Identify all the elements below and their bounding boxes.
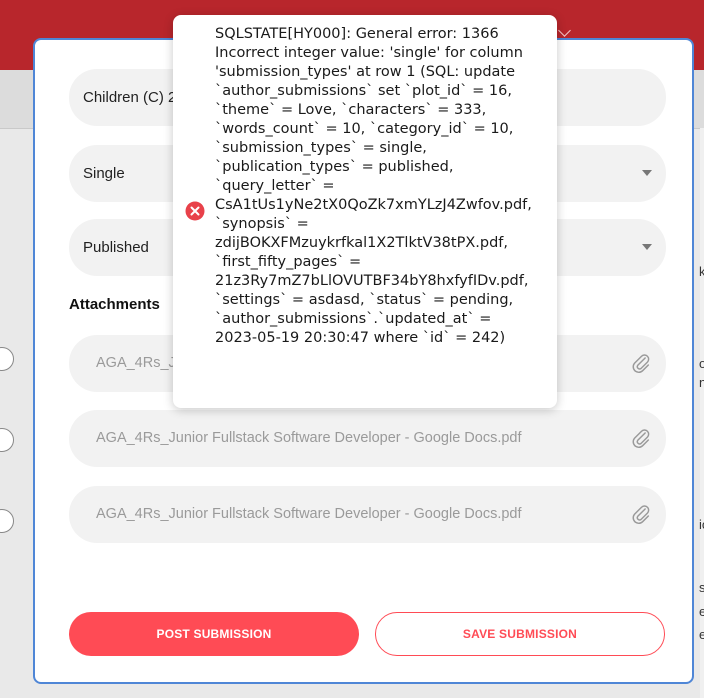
attachment-filename: AGA_4Rs_Junior Fullstack Software Develo… (96, 506, 522, 522)
error-line: `author_submissions` set `plot_id` = 16, (215, 83, 512, 99)
error-line: `theme` = Love, `characters` = 333, (215, 102, 487, 118)
background-text: e (699, 627, 704, 642)
background-text: ic (699, 517, 704, 532)
error-line: `settings` = asdasd, `status` = pending, (215, 292, 514, 308)
chevron-down-icon (642, 170, 652, 176)
background-text: k (699, 264, 704, 279)
error-line: SQLSTATE[HY000]: General error: 1366 (215, 26, 499, 42)
error-line: CsA1tUs1yNe2tX0QoZk7xmYLzJ4Zwfov.pdf, (215, 197, 532, 213)
background-text: e (699, 604, 704, 619)
error-message: SQLSTATE[HY000]: General error: 1366 Inc… (215, 25, 550, 348)
background-radio (0, 347, 14, 371)
background-text: o (699, 356, 704, 371)
error-circle-icon (185, 201, 205, 221)
error-line: `publication_types` = published, (215, 159, 454, 175)
paperclip-icon[interactable] (630, 351, 652, 375)
error-toast: SQLSTATE[HY000]: General error: 1366 Inc… (173, 15, 557, 408)
paperclip-icon[interactable] (630, 426, 652, 450)
error-line: zdijBOKXFMzuykrfkal1X2TlktV38tPX.pdf, (215, 235, 508, 251)
error-line: `submission_types` = single, (215, 140, 427, 156)
background-radio (0, 428, 14, 452)
error-line: Incorrect integer value: 'single' for co… (215, 45, 523, 61)
attachments-title: Attachments (69, 296, 160, 313)
paperclip-icon[interactable] (630, 502, 652, 526)
publication-type-value: Published (83, 239, 149, 256)
background-text: n (699, 375, 704, 390)
error-line: `synopsis` = (215, 216, 309, 232)
error-line: 2023-05-19 20:30:47 where `id` = 242) (215, 330, 506, 346)
category-value: Children (C) 2 (83, 89, 177, 106)
attachment-filename: AGA_4Rs_J (96, 355, 176, 371)
background-text: s (699, 580, 704, 595)
attachment-field-synopsis[interactable]: AGA_4Rs_Junior Fullstack Software Develo… (69, 410, 666, 467)
background-radio (0, 509, 14, 533)
error-line: `first_fifty_pages` = (215, 254, 362, 270)
attachment-filename: AGA_4Rs_Junior Fullstack Software Develo… (96, 430, 522, 446)
save-submission-button[interactable]: SAVE SUBMISSION (375, 612, 665, 656)
background-chevron-icon (558, 24, 571, 37)
error-line: 'submission_types' at row 1 (SQL: update (215, 64, 516, 80)
submission-type-value: Single (83, 165, 125, 182)
attachment-field-first-fifty-pages[interactable]: AGA_4Rs_Junior Fullstack Software Develo… (69, 486, 666, 543)
error-line: `author_submissions`.`updated_at` = (215, 311, 492, 327)
error-line: 21z3Ry7mZ7bLlOVUTBF34bY8hxfyfIDv.pdf, (215, 273, 529, 289)
post-submission-button[interactable]: POST SUBMISSION (69, 612, 359, 656)
error-line: `words_count` = 10, `category_id` = 10, (215, 121, 514, 137)
chevron-down-icon (642, 244, 652, 250)
error-line: `query_letter` = (215, 178, 335, 194)
